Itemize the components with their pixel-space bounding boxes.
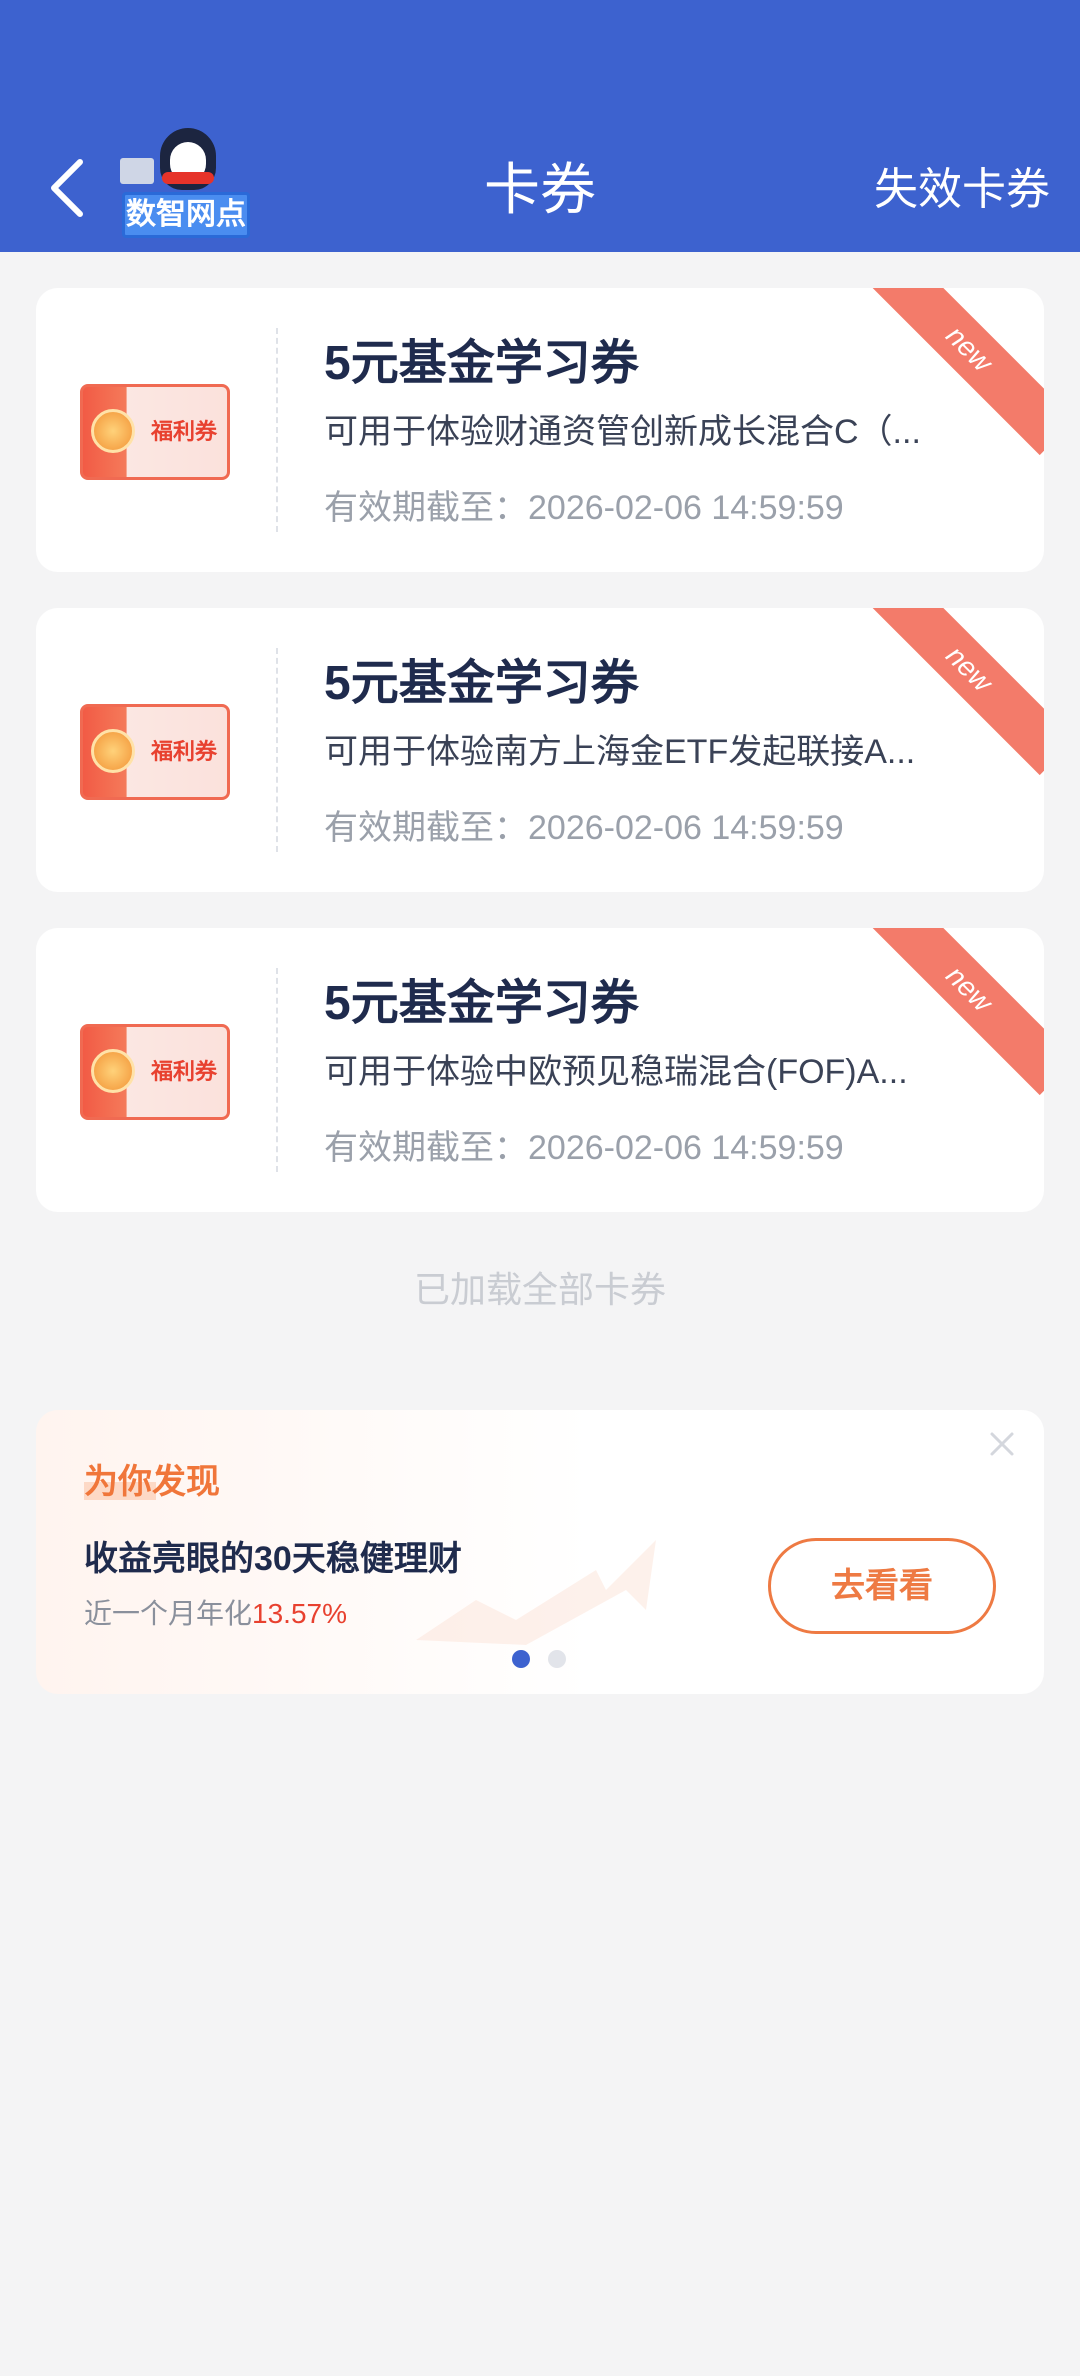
coupon-thumbnail-label: 福利券 — [150, 739, 217, 764]
coupon-card[interactable]: 福利券 5元基金学习券 可用于体验中欧预见稳瑞混合(FOF)A... 有效期截至… — [36, 928, 1044, 1212]
coupon-card[interactable]: 福利券 5元基金学习券 可用于体验南方上海金ETF发起联接A... 有效期截至：… — [36, 608, 1044, 892]
promo-rate: 13.57% — [252, 1598, 347, 1629]
coupon-thumbnail: 福利券 — [80, 1024, 230, 1120]
expiry-label: 有效期截至： — [324, 1129, 528, 1167]
coupon-thumbnail: 福利券 — [80, 704, 230, 800]
expiry-value: 2026-02-06 14:59:59 — [528, 1129, 844, 1167]
expiry-value: 2026-02-06 14:59:59 — [528, 809, 844, 847]
coupon-description: 可用于体验财通资管创新成长混合C（... — [324, 413, 921, 451]
coin-icon — [91, 1049, 135, 1093]
close-icon[interactable] — [982, 1424, 1022, 1464]
promo-card[interactable]: 为你发现 收益亮眼的30天稳健理财 近一个月年化13.57% 去看看 — [36, 1410, 1044, 1694]
view-promo-button[interactable]: 去看看 — [768, 1538, 996, 1634]
coupon-title: 5元基金学习券 — [324, 657, 639, 710]
coupon-title: 5元基金学习券 — [324, 977, 639, 1030]
promo-tag: 为你发现 — [84, 1463, 220, 1501]
coupon-thumbnail-label: 福利券 — [150, 1059, 217, 1084]
coupon-thumbnail: 福利券 — [80, 384, 230, 480]
coupon-card[interactable]: 福利券 5元基金学习券 可用于体验财通资管创新成长混合C（... 有效期截至：2… — [36, 288, 1044, 572]
coin-icon — [91, 729, 135, 773]
expiry-label: 有效期截至： — [324, 489, 528, 527]
expired-coupons-link[interactable]: 失效卡券 — [874, 160, 1050, 220]
dashed-divider — [276, 648, 278, 852]
promo-subtitle-prefix: 近一个月年化 — [84, 1598, 253, 1629]
coupon-title: 5元基金学习券 — [324, 337, 639, 390]
carousel-dot-active[interactable] — [512, 1650, 530, 1668]
coin-icon — [91, 409, 135, 453]
dashed-divider — [276, 968, 278, 1172]
coupon-expiry: 有效期截至：2026-02-06 14:59:59 — [324, 804, 844, 852]
coupon-description: 可用于体验南方上海金ETF发起联接A... — [324, 733, 916, 771]
promo-subtitle: 近一个月年化13.57% — [84, 1594, 347, 1634]
list-end-message: 已加载全部卡券 — [413, 1269, 666, 1310]
coupon-description: 可用于体验中欧预见稳瑞混合(FOF)A... — [324, 1053, 908, 1091]
coupon-expiry: 有效期截至：2026-02-06 14:59:59 — [324, 484, 844, 532]
expiry-value: 2026-02-06 14:59:59 — [528, 489, 844, 527]
carousel-dot[interactable] — [548, 1650, 566, 1668]
coupon-thumbnail-label: 福利券 — [150, 419, 217, 444]
top-bar: 数智网点 卡券 失效卡券 — [0, 0, 1080, 252]
expiry-label: 有效期截至： — [324, 809, 528, 847]
dashed-divider — [276, 328, 278, 532]
trend-arrow-icon — [416, 1540, 656, 1645]
coupon-expiry: 有效期截至：2026-02-06 14:59:59 — [324, 1124, 844, 1172]
